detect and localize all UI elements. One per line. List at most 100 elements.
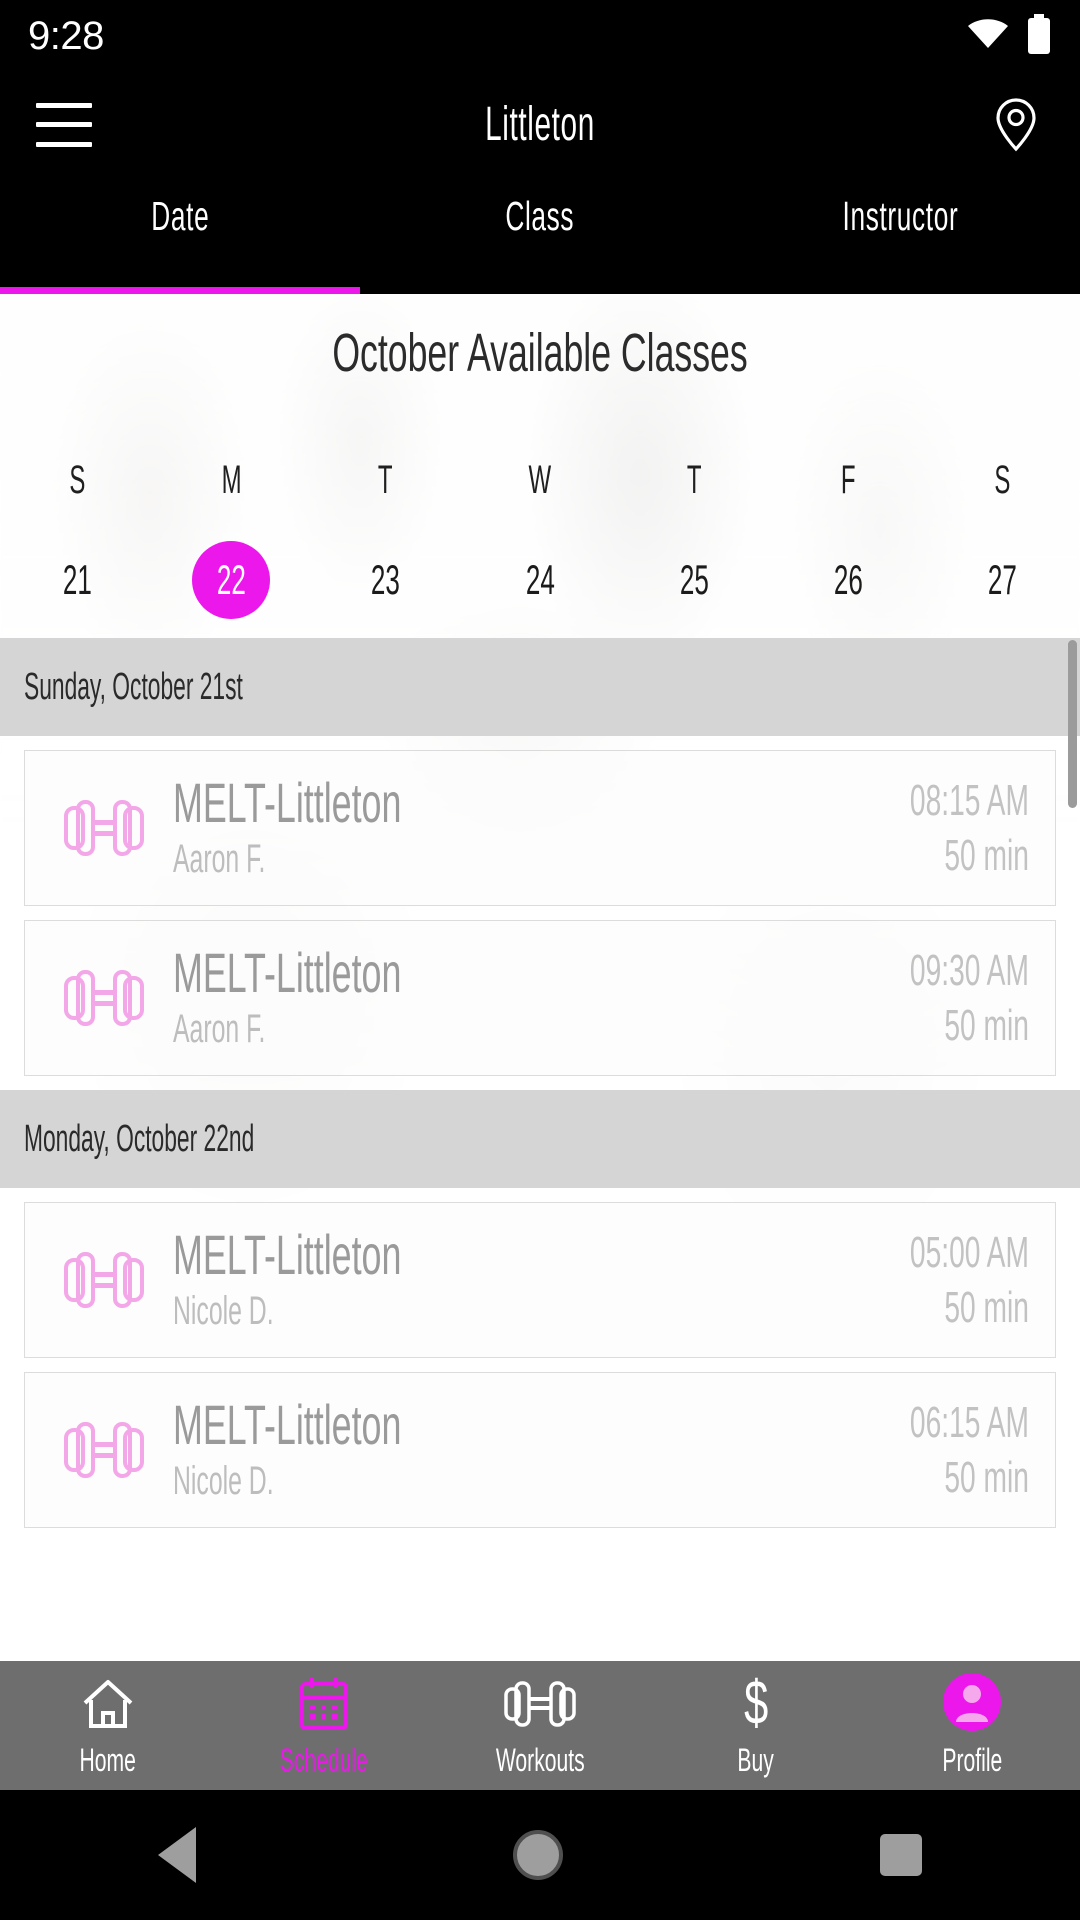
tab-date-label: Date [150,193,209,239]
day-section-header: Sunday, October 21st [0,638,1080,736]
content-area: October Available Classes S M T W T F S … [0,294,1080,1661]
class-time: 08:15 AM [910,776,1029,825]
weekday-cell: T [617,458,771,503]
day-section-label: Monday, October 22nd [24,1117,255,1160]
nav-label-profile: Profile [942,1742,1002,1778]
status-bar: 9:28 [0,0,1080,72]
day-section-label: Sunday, October 21st [24,665,243,708]
tab-instructor[interactable]: Instructor [720,177,1080,294]
home-icon [80,1672,136,1732]
class-meta: 09:30 AM 50 min [843,943,1029,1053]
class-name: MELT-Littleton [173,1392,402,1456]
class-meta: 08:15 AM 50 min [843,773,1029,883]
tab-active-indicator [0,287,360,294]
nav-item-buy[interactable]: $ Buy [648,1672,864,1779]
dumbbell-icon [501,1672,579,1732]
class-card[interactable]: MELT-Littleton Aaron F. 09:30 AM 50 min [24,920,1056,1076]
date-cell-26[interactable]: 26 [771,540,925,620]
tab-bar: Date Class Instructor [0,177,1080,294]
date-label: 22 [216,556,246,603]
app-bar: Littleton [0,72,1080,177]
class-card[interactable]: MELT-Littleton Aaron F. 08:15 AM 50 min [24,750,1056,906]
class-info: MELT-Littleton Nicole D. [163,1226,843,1334]
day-section-header: Monday, October 22nd [0,1090,1080,1188]
location-pin-icon[interactable] [988,97,1044,153]
class-card[interactable]: MELT-Littleton Nicole D. 05:00 AM 50 min [24,1202,1056,1358]
system-navigation-bar [0,1790,1080,1920]
weekday-cell: W [463,458,617,503]
status-clock: 9:28 [28,13,104,58]
home-circle-icon[interactable] [512,1830,563,1880]
weekday-label: F [841,458,856,502]
weekday-cell: S [926,458,1080,503]
class-time: 05:00 AM [910,1228,1029,1277]
date-cell-24[interactable]: 24 [463,540,617,620]
dumbbell-icon [45,1246,163,1314]
class-duration: 50 min [944,831,1029,880]
class-meta: 05:00 AM 50 min [843,1225,1029,1335]
dumbbell-icon [45,964,163,1032]
list-scrollbar[interactable] [1068,640,1077,808]
weekday-label: T [378,458,394,502]
date-label: 26 [834,556,864,603]
class-name: MELT-Littleton [173,940,402,1004]
tab-instructor-label: Instructor [842,193,958,239]
date-cell-27[interactable]: 27 [926,540,1080,620]
class-duration: 50 min [944,1283,1029,1332]
nav-item-workouts[interactable]: Workouts [432,1672,648,1779]
class-card[interactable]: MELT-Littleton Nicole D. 06:15 AM 50 min [24,1372,1056,1528]
class-instructor: Aaron F. [173,837,266,882]
status-icons [966,13,1052,59]
date-cell-25[interactable]: 25 [617,540,771,620]
weekday-cell: S [0,458,154,503]
weekday-label: S [69,458,86,502]
class-name: MELT-Littleton [173,1222,402,1286]
weekday-header-row: S M T W T F S [0,458,1080,503]
date-picker-row: 21 22 23 24 25 26 27 [0,540,1080,620]
wifi-icon [966,17,1010,56]
nav-label-buy: Buy [737,1742,775,1778]
calendar-title: October Available Classes [332,323,748,383]
date-label: 24 [525,556,555,603]
weekday-label: T [686,458,702,502]
dumbbell-icon [45,1416,163,1484]
date-cell-22-selected[interactable]: 22 [154,540,308,620]
class-duration: 50 min [944,1001,1029,1050]
date-cell-23[interactable]: 23 [309,540,463,620]
class-info: MELT-Littleton Aaron F. [163,774,843,882]
nav-item-profile[interactable]: Profile [864,1672,1080,1779]
bottom-navigation-bar: Home Schedule Workouts $ Buy Profile [0,1661,1080,1790]
class-time: 06:15 AM [910,1398,1029,1447]
class-info: MELT-Littleton Nicole D. [163,1396,843,1504]
nav-item-schedule[interactable]: Schedule [216,1672,432,1779]
nav-label-home: Home [79,1742,137,1778]
dumbbell-icon [45,794,163,862]
calendar-icon [298,1672,350,1732]
nav-label-workouts: Workouts [495,1742,585,1778]
date-label: 21 [62,556,92,603]
page-title: Littleton [485,98,595,151]
phone-screen: 9:28 Littleton Date Class Instructor Oct… [0,0,1080,1920]
back-triangle-icon[interactable] [158,1827,197,1883]
class-time: 09:30 AM [910,946,1029,995]
nav-item-home[interactable]: Home [0,1672,216,1779]
class-info: MELT-Littleton Aaron F. [163,944,843,1052]
date-label: 25 [679,556,709,603]
weekday-label: M [221,458,242,502]
weekday-cell: F [771,458,925,503]
dollar-glyph: $ [743,1668,769,1738]
date-cell-21[interactable]: 21 [0,540,154,620]
schedule-list[interactable]: Sunday, October 21st MELT-Littleton Aaro… [0,638,1080,1661]
weekday-cell: M [154,458,308,503]
tab-class[interactable]: Class [360,177,720,294]
tab-date[interactable]: Date [0,177,360,294]
class-duration: 50 min [944,1453,1029,1502]
tab-class-label: Class [505,193,575,239]
class-instructor: Nicole D. [173,1459,274,1504]
date-label: 23 [371,556,401,603]
recents-square-icon[interactable] [879,1834,922,1876]
hamburger-menu-icon[interactable] [36,102,92,147]
person-avatar-icon [942,1672,1002,1732]
date-label: 27 [988,556,1018,603]
class-instructor: Nicole D. [173,1289,274,1334]
